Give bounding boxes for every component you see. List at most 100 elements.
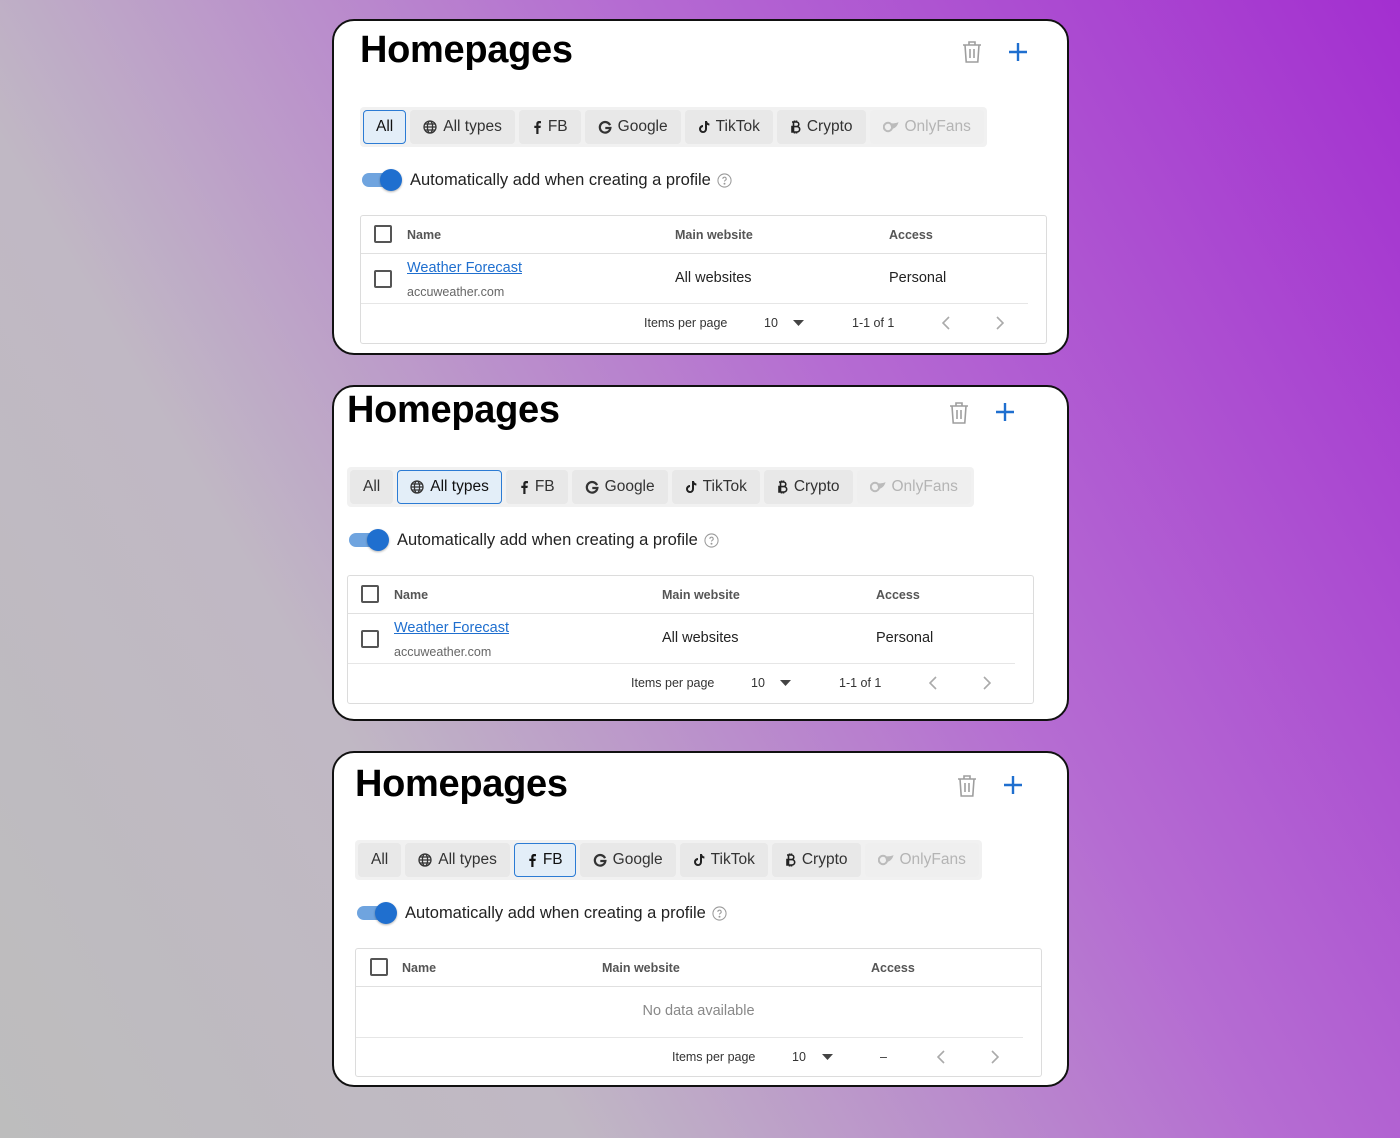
tab-google[interactable]: Google — [571, 470, 668, 504]
tab-all[interactable]: All — [358, 843, 402, 877]
tab-label: OnlyFans — [904, 118, 971, 135]
tab-fb[interactable]: FB — [505, 470, 568, 504]
chevron-right-icon[interactable] — [983, 676, 991, 690]
main-website-cell: All websites — [662, 630, 739, 646]
homepage-name-link[interactable]: Weather Forecast — [407, 260, 522, 276]
chevron-left-icon[interactable] — [929, 676, 937, 690]
tiktok-icon — [693, 854, 705, 866]
tab-tiktok[interactable]: TikTok — [679, 843, 768, 877]
homepage-name-link[interactable]: Weather Forecast — [394, 620, 509, 636]
tiktok-icon — [698, 121, 710, 133]
tab-all[interactable]: All — [363, 110, 407, 144]
help-icon[interactable] — [712, 905, 727, 921]
plus-icon[interactable] — [1001, 773, 1025, 797]
select-all-checkbox[interactable] — [361, 585, 379, 603]
plus-icon[interactable] — [993, 400, 1017, 424]
column-name: Name — [394, 588, 429, 602]
tab-label: OnlyFans — [891, 478, 958, 495]
tab-crypto[interactable]: Crypto — [771, 843, 861, 877]
onlyfans-icon — [869, 481, 885, 493]
onlyfans-icon — [877, 854, 893, 866]
tab-all-types[interactable]: All types — [410, 110, 515, 144]
tab-label: FB — [542, 851, 563, 868]
tab-label: Google — [617, 118, 668, 135]
tiktok-icon — [685, 481, 697, 493]
help-icon[interactable] — [717, 172, 732, 188]
tab-all-types[interactable]: All types — [397, 470, 502, 504]
homepages-table: Name Main website Access No data availab… — [355, 948, 1042, 1077]
auto-add-row: Automatically add when creating a profil… — [357, 902, 727, 924]
caret-down-icon[interactable] — [822, 1054, 833, 1060]
chevron-left-icon[interactable] — [942, 316, 950, 330]
main-website-cell: All websites — [675, 270, 752, 286]
tab-tiktok[interactable]: TikTok — [671, 470, 760, 504]
help-icon[interactable] — [704, 532, 719, 548]
globe-icon — [418, 853, 432, 867]
tab-all[interactable]: All — [350, 470, 394, 504]
row-checkbox[interactable] — [361, 630, 379, 648]
auto-add-row: Automatically add when creating a profil… — [349, 529, 719, 551]
column-main-website: Main website — [662, 588, 740, 602]
trash-icon[interactable] — [960, 39, 984, 65]
auto-add-row: Automatically add when creating a profil… — [362, 169, 732, 191]
tab-google[interactable]: Google — [584, 110, 681, 144]
empty-message: No data available — [642, 1003, 755, 1019]
row-checkbox[interactable] — [374, 270, 392, 288]
auto-add-toggle[interactable] — [362, 169, 402, 191]
tab-onlyfans: OnlyFans — [856, 470, 971, 504]
tab-all-types[interactable]: All types — [405, 843, 510, 877]
tab-label: Crypto — [806, 118, 853, 135]
select-all-checkbox[interactable] — [370, 958, 388, 976]
tab-label: Crypto — [801, 851, 848, 868]
chevron-right-icon[interactable] — [996, 316, 1004, 330]
tab-crypto[interactable]: Crypto — [763, 470, 853, 504]
facebook-icon — [534, 121, 541, 134]
plus-icon[interactable] — [1006, 40, 1030, 64]
caret-down-icon[interactable] — [780, 680, 791, 686]
tab-label: All — [371, 851, 389, 868]
tab-tiktok[interactable]: TikTok — [684, 110, 773, 144]
type-filter-tabs: All All types FB Google TikTok Crypto On… — [355, 840, 982, 880]
tab-fb[interactable]: FB — [518, 110, 581, 144]
tab-fb[interactable]: FB — [513, 843, 576, 877]
pagination: Items per page 10 1-1 of 1 — [348, 664, 1033, 702]
tab-crypto[interactable]: Crypto — [776, 110, 866, 144]
tab-label: OnlyFans — [899, 851, 966, 868]
homepage-domain: accuweather.com — [407, 285, 505, 299]
auto-add-label: Automatically add when creating a profil… — [397, 530, 698, 549]
tab-google[interactable]: Google — [579, 843, 676, 877]
trash-icon[interactable] — [947, 400, 971, 426]
homepages-table: Name Main website Access Weather Forecas… — [347, 575, 1034, 704]
facebook-icon — [521, 481, 528, 494]
auto-add-toggle[interactable] — [349, 529, 389, 551]
items-per-page-select[interactable]: 10 — [751, 676, 765, 690]
column-main-website: Main website — [602, 961, 680, 975]
tab-label: All — [376, 118, 394, 135]
page-range: 1-1 of 1 — [839, 676, 882, 690]
select-all-checkbox[interactable] — [374, 225, 392, 243]
tab-label: All types — [443, 118, 502, 135]
onlyfans-icon — [882, 121, 898, 133]
homepages-card: Homepages All All types FB Google TikTok… — [332, 385, 1069, 721]
items-per-page-select[interactable]: 10 — [792, 1050, 806, 1064]
auto-add-label: Automatically add when creating a profil… — [410, 170, 711, 189]
column-access: Access — [871, 961, 915, 975]
type-filter-tabs: All All types FB Google TikTok Crypto On… — [347, 467, 974, 507]
auto-add-toggle[interactable] — [357, 902, 397, 924]
globe-icon — [410, 480, 424, 494]
trash-icon[interactable] — [955, 773, 979, 799]
column-name: Name — [407, 228, 442, 242]
page-title: Homepages — [347, 389, 560, 431]
chevron-right-icon[interactable] — [991, 1050, 999, 1064]
chevron-left-icon[interactable] — [937, 1050, 945, 1064]
tab-label: All — [363, 478, 381, 495]
tab-label: Crypto — [793, 478, 840, 495]
empty-state: No data available — [356, 987, 1023, 1038]
caret-down-icon[interactable] — [793, 320, 804, 326]
google-icon — [585, 480, 599, 494]
table-header: Name Main website Access — [361, 216, 1046, 254]
column-access: Access — [876, 588, 920, 602]
items-per-page-select[interactable]: 10 — [764, 316, 778, 330]
tab-onlyfans: OnlyFans — [864, 843, 979, 877]
type-filter-tabs: All All types FB Google TikTok Crypto On… — [360, 107, 987, 147]
